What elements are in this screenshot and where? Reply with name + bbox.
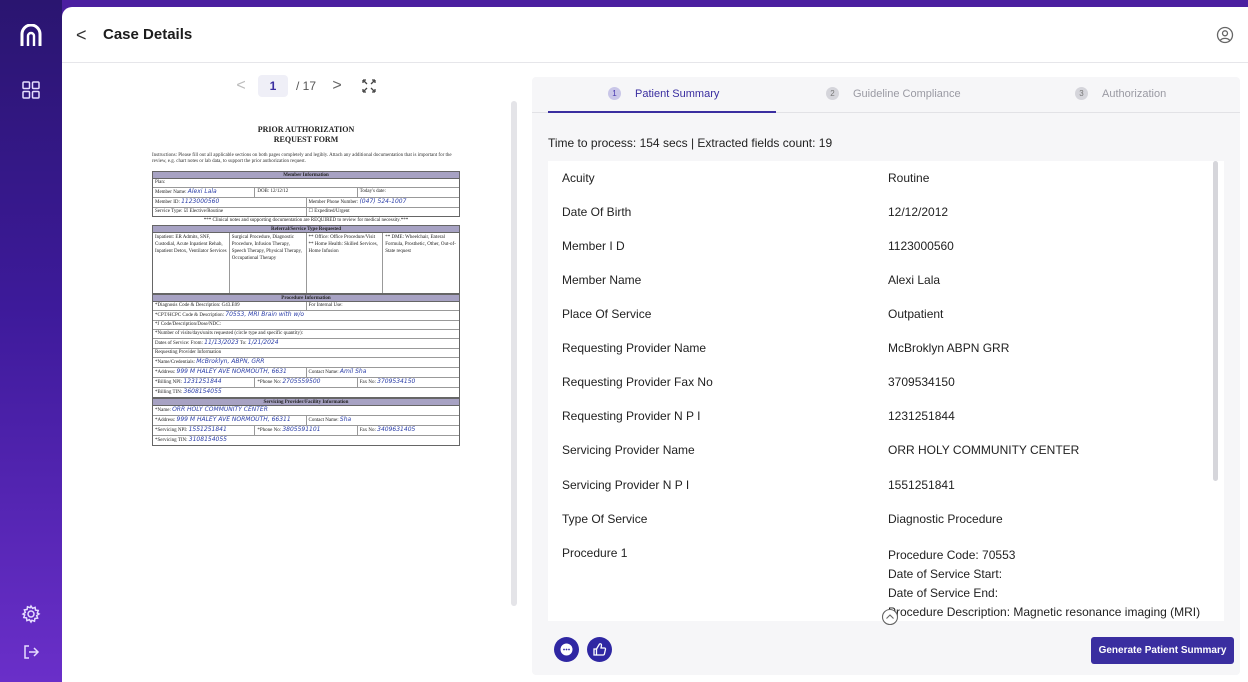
gear-icon[interactable] [21,604,41,624]
process-info: Time to process: 154 secs | Extracted fi… [548,136,833,150]
chevron-left-icon[interactable]: < [76,25,87,45]
expand-icon[interactable] [362,79,376,93]
servicing-section: Servicing Provider/Facility Information … [152,398,460,446]
member-section: Member Information Plan: Member Name: Al… [152,171,460,217]
document-page: PRIOR AUTHORIZATION REQUEST FORM Instruc… [150,121,462,483]
sidebar [0,0,62,682]
tab-guideline-compliance[interactable]: 2 Guideline Compliance [826,87,961,100]
extracted-fields-list: Acuity Routine Date Of Birth 12/12/2012 … [548,161,1224,621]
procedure-details: Procedure Code: 70553 Date of Service St… [888,548,1201,619]
app-logo [19,23,43,48]
viewer-scrollbar[interactable] [511,101,517,606]
procedure-section: Procedure Information *Diagnosis Code & … [152,294,460,398]
summary-panel: 1 Patient Summary 2 Guideline Compliance… [532,77,1240,675]
page-navigator: < 1 / 17 > [230,73,376,99]
form-instructions: Instructions: Please fill out all applic… [152,153,452,164]
next-page-button[interactable]: > [326,77,348,95]
chevron-up-circle-icon[interactable] [881,608,899,626]
chat-button[interactable] [554,637,579,662]
document-viewer: < 1 / 17 > PRIOR AUTHORIZATION REQUEST F… [62,63,522,682]
prev-page-button[interactable]: < [230,77,252,95]
top-bar: < Case Details [62,7,1248,63]
stepper-tabs: 1 Patient Summary 2 Guideline Compliance… [532,77,1240,113]
tab-authorization[interactable]: 3 Authorization [1075,87,1166,100]
logout-icon[interactable] [21,642,41,662]
generate-patient-summary-button[interactable]: Generate Patient Summary [1091,637,1234,664]
active-tab-indicator [548,111,776,113]
user-circle-icon[interactable] [1216,26,1234,44]
referral-section: Referral/Service Type Requested Inpatien… [152,225,460,294]
page-title: Case Details [103,26,193,43]
fields-scrollbar[interactable] [1213,161,1218,481]
chat-icon [560,643,573,656]
back-button[interactable]: < [76,25,92,45]
grid-icon[interactable] [21,80,41,100]
thumbs-up-button[interactable] [587,637,612,662]
form-title: PRIOR AUTHORIZATION REQUEST FORM [257,125,355,144]
action-bar: Generate Patient Summary [532,633,1240,675]
main-content: < Case Details < 1 / 17 > PRIOR AUTHORIZ… [62,7,1248,682]
thumbs-up-icon [593,643,607,656]
page-total: / 17 [296,79,317,93]
current-page-input[interactable]: 1 [258,75,288,97]
tab-patient-summary[interactable]: 1 Patient Summary [608,87,719,100]
logo-icon [20,23,42,46]
